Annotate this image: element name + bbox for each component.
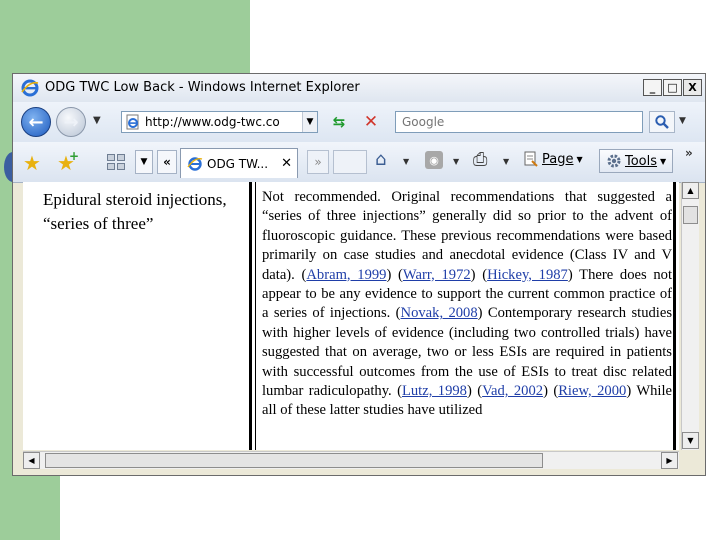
title-bar[interactable]: ODG TWC Low Back - Windows Internet Expl… — [13, 74, 705, 103]
recommendation-cell: Not recommended. Original recommendation… — [262, 188, 672, 421]
tab-close-icon[interactable]: ✕ — [281, 156, 292, 171]
address-bar[interactable]: http://www.odg-twc.co ▼ — [121, 111, 318, 133]
window-title: ODG TWC Low Back - Windows Internet Expl… — [45, 80, 360, 95]
tab-list-button[interactable]: ▼ — [135, 150, 153, 174]
magnifier-icon — [655, 115, 669, 129]
navigation-bar: ← → ▼ http://www.odg-twc.co ▼ ⇆ ✕ Google… — [13, 102, 705, 142]
quick-tabs-button[interactable] — [105, 152, 127, 172]
ie-window: ODG TWC Low Back - Windows Internet Expl… — [12, 73, 706, 476]
table-column-divider-inner — [255, 182, 256, 450]
minimize-button[interactable]: _ — [643, 79, 662, 96]
search-box[interactable] — [395, 111, 643, 133]
page-icon — [524, 151, 538, 167]
plus-icon: + — [69, 149, 80, 163]
citation-link[interactable]: Novak, 2008 — [401, 305, 478, 321]
horizontal-scrollbar[interactable]: ◀ ▶ — [23, 451, 679, 469]
command-bar: ★ ★ + ▼ « ODG TW... ✕ » ⌂ ▼ ◉ ▼ ⎙ ▼ Page… — [13, 142, 705, 183]
vertical-scroll-thumb[interactable] — [683, 206, 698, 224]
tab-odg-twc[interactable]: ODG TW... ✕ — [180, 148, 298, 178]
forward-button[interactable]: → — [56, 107, 86, 137]
gear-icon — [607, 154, 621, 168]
search-input[interactable] — [400, 114, 642, 130]
scroll-tabs-right-button[interactable]: » — [307, 150, 329, 174]
scroll-left-button[interactable]: ◀ — [23, 452, 40, 469]
home-icon[interactable]: ⌂ — [375, 149, 386, 170]
address-text[interactable]: http://www.odg-twc.co — [145, 115, 302, 129]
refresh-button[interactable]: ⇆ — [327, 110, 351, 134]
topic-cell: Epidural steroid injections, “series of … — [43, 190, 227, 233]
refresh-icon: ⇆ — [332, 113, 346, 131]
maximize-button[interactable]: □ — [663, 79, 682, 96]
quick-tabs-icon — [107, 154, 115, 161]
search-button[interactable] — [649, 111, 675, 133]
horizontal-scroll-thumb[interactable] — [45, 453, 543, 468]
arrow-right-icon: → — [63, 111, 79, 133]
feeds-icon[interactable]: ◉ — [425, 151, 443, 169]
tools-menu-button[interactable]: Tools ▼ — [599, 149, 674, 173]
citation-link[interactable]: Riew, 2000 — [558, 383, 626, 399]
feeds-dropdown-icon[interactable]: ▼ — [453, 157, 459, 166]
tab-ie-icon — [187, 156, 203, 171]
favorites-star-icon[interactable]: ★ — [23, 151, 41, 175]
scroll-right-button[interactable]: ▶ — [661, 452, 678, 469]
scroll-down-button[interactable]: ▼ — [682, 432, 699, 449]
print-icon[interactable]: ⎙ — [473, 149, 487, 170]
search-options-dropdown-icon[interactable]: ▼ — [679, 116, 686, 126]
vertical-scrollbar[interactable]: ▲ ▼ — [681, 182, 699, 450]
paragraph-text: ) ( — [543, 383, 559, 400]
back-button[interactable]: ← — [21, 107, 51, 137]
close-button[interactable]: X — [683, 79, 702, 96]
scrollbar-corner — [681, 451, 699, 469]
table-right-border — [673, 182, 676, 450]
page-ie-icon — [126, 114, 139, 130]
home-dropdown-icon[interactable]: ▼ — [403, 157, 409, 166]
paragraph-text: ) ( — [386, 266, 403, 283]
scroll-tabs-left-button[interactable]: « — [157, 150, 177, 174]
page-menu-button[interactable]: Page ▼ — [523, 151, 583, 167]
page-menu-label: Page — [542, 151, 574, 167]
paragraph-text: ) ( — [466, 383, 483, 400]
citation-link[interactable]: Hickey, 1987 — [487, 267, 568, 283]
citation-link[interactable]: Vad, 2002 — [482, 383, 543, 399]
recent-pages-dropdown-icon[interactable]: ▼ — [93, 115, 101, 126]
page-content: Epidural steroid injections, “series of … — [23, 182, 679, 450]
paragraph-text: ) ( — [470, 266, 488, 283]
tools-menu-label: Tools — [625, 153, 658, 169]
print-dropdown-icon[interactable]: ▼ — [503, 157, 509, 166]
tab-label: ODG TW... — [207, 156, 269, 171]
toolbar-overflow-button[interactable]: » — [685, 146, 693, 160]
scroll-up-button[interactable]: ▲ — [682, 182, 699, 199]
chevron-down-icon: ▼ — [140, 157, 148, 167]
citation-link[interactable]: Warr, 1972 — [403, 267, 471, 283]
stop-icon: ✕ — [363, 112, 379, 132]
table-column-divider — [249, 182, 252, 450]
address-dropdown-icon[interactable]: ▼ — [302, 112, 317, 132]
page-dropdown-icon: ▼ — [576, 154, 583, 164]
internet-explorer-icon — [21, 79, 39, 97]
citation-link[interactable]: Abram, 1999 — [306, 267, 386, 283]
arrow-left-icon: ← — [28, 111, 44, 133]
tools-dropdown-icon: ▼ — [660, 156, 667, 166]
citation-link[interactable]: Lutz, 1998 — [402, 383, 467, 399]
new-tab-button[interactable] — [333, 150, 367, 174]
stop-button[interactable]: ✕ — [359, 110, 383, 134]
